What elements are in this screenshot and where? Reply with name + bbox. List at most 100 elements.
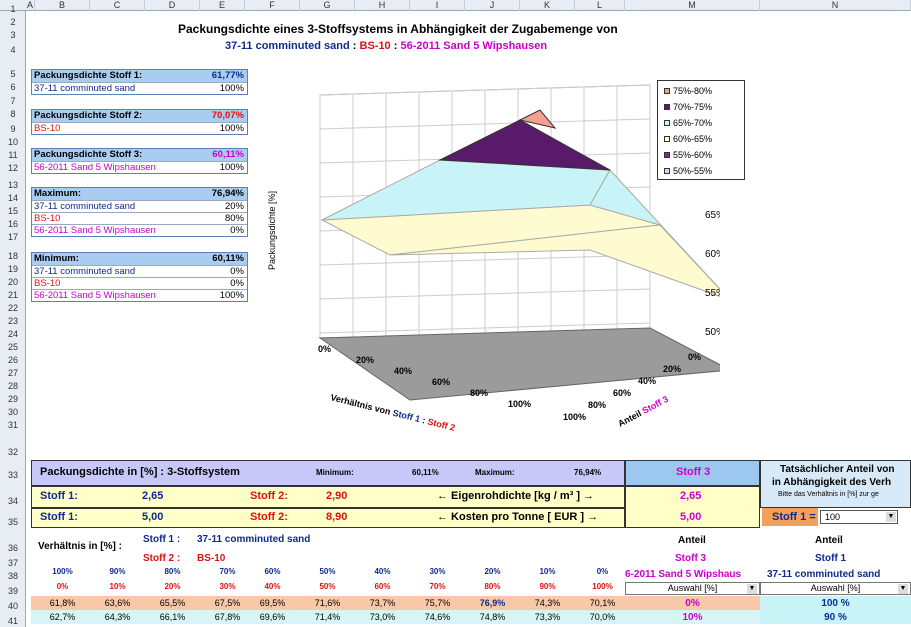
row-header[interactable]: 22	[0, 303, 26, 313]
row-header[interactable]: 29	[0, 394, 26, 404]
k1-label: Stoff 1:	[40, 511, 78, 523]
row-header[interactable]: 10	[0, 137, 26, 147]
ratio-bottom: 100%	[592, 582, 613, 591]
auswahl-select[interactable]: Auswahl [%] ▼	[625, 582, 760, 595]
row-header[interactable]: 41	[0, 616, 26, 626]
column-header[interactable]: N	[760, 0, 911, 11]
stoff1-select[interactable]: 100 ▼	[820, 510, 898, 524]
st2-label: Stoff 2 :	[143, 553, 181, 564]
row-header[interactable]: 21	[0, 290, 26, 300]
row-header[interactable]: 18	[0, 251, 26, 261]
packing-density-box: Packungsdichte Stoff 1: 61,77% 37-11 commi…	[31, 69, 248, 95]
row-header[interactable]: 38	[0, 571, 26, 581]
row-header[interactable]: 35	[0, 517, 26, 527]
y-tick: 0%	[688, 352, 701, 362]
row-header[interactable]: 9	[0, 124, 26, 134]
row-header[interactable]: 28	[0, 381, 26, 391]
eig-label: ← Eigenrohdichte [kg / m³ ] →	[437, 490, 595, 502]
row-header[interactable]: 31	[0, 420, 26, 430]
chevron-down-icon[interactable]: ▼	[886, 512, 896, 522]
ratio-bottom: 70%	[429, 582, 446, 591]
column-header[interactable]: L	[575, 0, 625, 11]
m41: 10%	[682, 612, 703, 623]
max-label: Maximum:	[475, 468, 515, 477]
row-header[interactable]: 16	[0, 219, 26, 229]
box-row-value: 100%	[219, 162, 244, 173]
box-header-label: Maximum:	[34, 188, 81, 199]
row-header[interactable]: 14	[0, 193, 26, 203]
ratio-bottom: 90%	[539, 582, 556, 591]
column-header[interactable]: E	[200, 0, 245, 11]
auswahl-select[interactable]: Auswahl [%] ▼	[760, 582, 911, 595]
row-header[interactable]: 7	[0, 96, 26, 106]
column-header[interactable]: H	[355, 0, 410, 11]
column-header[interactable]: B	[35, 0, 90, 11]
row-header[interactable]: 8	[0, 109, 26, 119]
box-row: 56-2011 Sand 5 Wipshausen 0%	[32, 224, 247, 236]
stoff1-select-label[interactable]: Stoff 1 =	[762, 508, 818, 526]
n40: 100 %	[821, 598, 850, 609]
column-header[interactable]: K	[520, 0, 575, 11]
legend-item: 75%-80%	[664, 86, 712, 96]
row-header[interactable]: 13	[0, 180, 26, 190]
column-header[interactable]: D	[145, 0, 200, 11]
row-header[interactable]: 6	[0, 82, 26, 92]
row-header[interactable]: 37	[0, 558, 26, 568]
row-header[interactable]: 2	[0, 17, 26, 27]
column-header[interactable]: J	[465, 0, 520, 11]
legend-item: 50%-55%	[664, 166, 712, 176]
row-header[interactable]: 36	[0, 543, 26, 553]
m40: 0%	[685, 598, 700, 609]
row-header[interactable]: 3	[0, 30, 26, 40]
z-tick: 60%	[705, 249, 720, 260]
column-header[interactable]: G	[300, 0, 355, 11]
row-header[interactable]: 4	[0, 45, 26, 55]
cell-41: 69,6%	[259, 612, 286, 622]
box-row-label: 37-11 comminuted sand	[34, 201, 136, 212]
chevron-down-icon[interactable]: ▼	[747, 584, 757, 594]
chart-legend: 75%-80% 70%-75% 65%-70% 60%-65% 55%-60% 50%-5…	[657, 80, 745, 180]
row-header[interactable]: 39	[0, 586, 26, 596]
column-header[interactable]: A	[26, 0, 35, 11]
row-header[interactable]: 11	[0, 150, 26, 160]
column-header[interactable]: I	[410, 0, 465, 11]
column-header[interactable]: F	[245, 0, 300, 11]
row-header[interactable]: 5	[0, 69, 26, 79]
k2-label: Stoff 2:	[250, 511, 288, 523]
row-header[interactable]: 34	[0, 496, 26, 506]
box-row-label: BS-10	[34, 123, 61, 134]
column-header[interactable]: M	[625, 0, 760, 11]
cell-41: 66,1%	[159, 612, 186, 622]
row-header[interactable]: 27	[0, 368, 26, 378]
ratio-bottom: 50%	[319, 582, 336, 591]
row-header[interactable]: 1	[0, 4, 26, 14]
row-header[interactable]: 15	[0, 206, 26, 216]
row-header[interactable]: 20	[0, 277, 26, 287]
box-row-value: 0%	[230, 266, 244, 277]
box-header-value: 76,94%	[211, 188, 244, 199]
chart-floor	[318, 327, 720, 401]
z-tick: 50%	[705, 327, 720, 338]
chevron-down-icon[interactable]: ▼	[898, 584, 908, 594]
row-header[interactable]: 30	[0, 407, 26, 417]
row-header[interactable]: 12	[0, 163, 26, 173]
row-header[interactable]: 33	[0, 470, 26, 480]
box-row: BS-10 80%	[32, 212, 247, 224]
ratio-top: 90%	[109, 567, 126, 576]
row-header[interactable]: 26	[0, 355, 26, 365]
y-tick: 20%	[663, 364, 681, 374]
row-header[interactable]: 23	[0, 316, 26, 326]
legend-item: 60%-65%	[664, 134, 712, 144]
row-header[interactable]: 40	[0, 601, 26, 611]
y-tick: 60%	[613, 388, 631, 398]
legend-swatch	[664, 152, 670, 158]
s1-value: 2,65	[142, 490, 164, 502]
row-header[interactable]: 19	[0, 264, 26, 274]
row-header[interactable]: 32	[0, 447, 26, 457]
row-header[interactable]: 24	[0, 329, 26, 339]
row-header[interactable]: 25	[0, 342, 26, 352]
right-header-a: Tatsächlicher Anteil von	[780, 464, 895, 475]
row-header[interactable]: 17	[0, 232, 26, 242]
y-tick: 40%	[638, 376, 656, 386]
column-header[interactable]: C	[90, 0, 145, 11]
